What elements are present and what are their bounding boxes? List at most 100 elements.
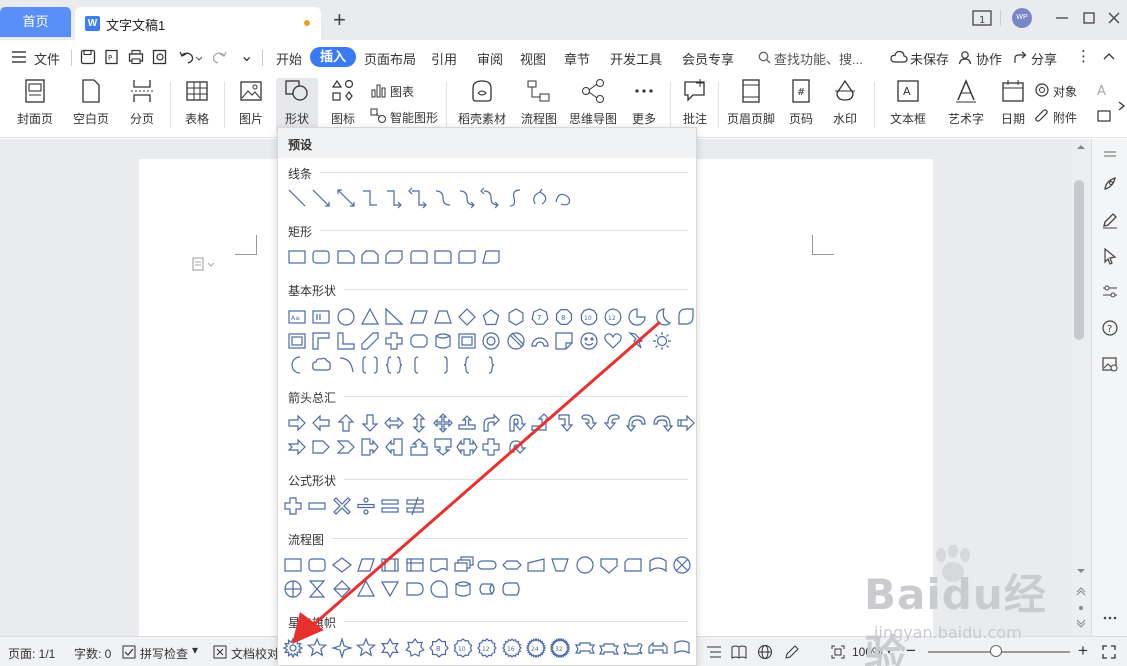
flowchart-shape[interactable] <box>404 554 426 576</box>
star-banner-shape[interactable] <box>330 637 353 659</box>
arrow-shape[interactable] <box>651 412 673 434</box>
fit-page-icon[interactable] <box>830 644 846 660</box>
panel-more-icon[interactable] <box>1101 609 1119 627</box>
arrow-shape[interactable] <box>675 412 697 434</box>
basic-shape[interactable] <box>286 354 308 376</box>
arrow-shape[interactable] <box>310 412 332 434</box>
arrow-shape[interactable] <box>432 412 454 434</box>
new-tab-button[interactable]: + <box>333 9 346 31</box>
symbol-icon[interactable]: A <box>1096 82 1112 98</box>
more-options-icon[interactable]: ⋮ <box>1076 47 1091 65</box>
search-input[interactable]: 查找功能、搜... <box>774 49 863 68</box>
header-footer-button[interactable]: 页眉页脚 <box>724 78 778 127</box>
page-break-button[interactable]: 分页 <box>122 78 162 127</box>
basic-shape[interactable] <box>675 306 697 328</box>
redo-icon[interactable] <box>212 49 228 65</box>
star-banner-shape[interactable]: 8 <box>428 637 450 659</box>
basic-shape[interactable] <box>505 306 527 328</box>
flowchart-shape[interactable] <box>306 578 328 600</box>
icons-button[interactable]: 图标 <box>324 78 362 127</box>
flowchart-shape[interactable] <box>452 554 474 576</box>
basic-shape[interactable] <box>408 306 430 328</box>
cursor-select-icon[interactable] <box>1101 247 1119 265</box>
field-icon[interactable] <box>1096 108 1112 124</box>
scroll-up-icon[interactable] <box>1076 143 1086 151</box>
flowchart-shape[interactable] <box>331 554 353 576</box>
star-banner-shape[interactable] <box>379 637 401 659</box>
menu-insert[interactable]: 插入 <box>310 47 357 67</box>
rectangle-shape[interactable] <box>286 246 308 268</box>
rectangle-shape[interactable] <box>480 246 502 268</box>
equation-shape[interactable] <box>404 495 426 517</box>
arrow-shape[interactable] <box>505 436 527 458</box>
fullscreen-icon[interactable] <box>1101 644 1117 660</box>
basic-shape[interactable] <box>310 330 332 352</box>
flowchart-shape[interactable] <box>549 554 571 576</box>
flowchart-shape[interactable] <box>476 554 498 576</box>
star-banner-shape[interactable] <box>695 637 697 659</box>
select-browse-icon[interactable] <box>1078 605 1084 611</box>
flowchart-shape[interactable] <box>501 578 523 600</box>
spell-check-button[interactable]: 拼写检查 <box>140 645 188 662</box>
basic-shape[interactable]: 8 <box>553 306 575 328</box>
arrow-shape[interactable] <box>456 412 478 434</box>
basic-shape[interactable] <box>432 354 454 376</box>
arrow-shape[interactable] <box>626 412 648 434</box>
basic-shape[interactable]: 12 <box>602 306 624 328</box>
rectangle-shape[interactable] <box>359 246 381 268</box>
basic-shape[interactable] <box>602 330 624 352</box>
home-tab[interactable]: 首页 <box>0 7 71 37</box>
basic-shape[interactable] <box>408 330 430 352</box>
outline-view-icon[interactable] <box>706 645 722 659</box>
flowchart-shape[interactable] <box>404 578 426 600</box>
star-banner-shape[interactable] <box>671 637 693 659</box>
flowchart-shape[interactable] <box>598 554 620 576</box>
star-banner-shape[interactable]: 10 <box>452 637 474 659</box>
flowchart-shape[interactable] <box>452 578 474 600</box>
flowchart-shape[interactable] <box>331 578 353 600</box>
mindmap-button[interactable]: 思维导图 <box>566 78 620 127</box>
maximize-icon[interactable] <box>1081 10 1097 26</box>
table-button[interactable]: 表格 <box>178 78 216 127</box>
basic-shape[interactable] <box>456 354 478 376</box>
arrow-shape[interactable] <box>578 412 600 434</box>
date-button[interactable]: 日期 <box>998 78 1028 127</box>
arrow-shape[interactable] <box>335 436 357 458</box>
undo-icon[interactable] <box>178 49 202 65</box>
export-pdf-icon[interactable]: P <box>104 49 120 65</box>
menu-member[interactable]: 会员专享 <box>682 49 734 68</box>
line-shape[interactable] <box>480 187 502 209</box>
arrow-shape[interactable] <box>602 412 624 434</box>
equation-shape[interactable] <box>306 495 328 517</box>
flowchart-shape[interactable] <box>282 554 304 576</box>
basic-shape[interactable] <box>553 330 575 352</box>
ribbon-scroll-right-icon[interactable] <box>1117 100 1127 112</box>
star-banner-shape[interactable] <box>306 637 328 659</box>
arrow-shape[interactable] <box>553 412 575 434</box>
equation-shape[interactable] <box>282 495 304 517</box>
star-banner-shape[interactable]: 16 <box>501 637 523 659</box>
textbox-button[interactable]: A 文本框 <box>882 78 934 127</box>
basic-shape[interactable] <box>310 354 332 376</box>
star-banner-shape[interactable] <box>282 637 304 659</box>
equation-shape[interactable] <box>355 495 377 517</box>
arrow-shape[interactable] <box>432 436 454 458</box>
flowchart-shape[interactable] <box>647 554 669 576</box>
basic-shape[interactable] <box>505 330 527 352</box>
basic-shape[interactable] <box>578 330 600 352</box>
arrow-shape[interactable] <box>310 436 332 458</box>
star-banner-shape[interactable] <box>355 637 377 659</box>
star-banner-shape[interactable]: 12 <box>476 637 498 659</box>
rectangle-shape[interactable] <box>432 246 454 268</box>
page-number-button[interactable]: # 页码 <box>784 78 818 127</box>
image-settings-icon[interactable] <box>1101 355 1119 373</box>
basic-shape[interactable] <box>383 306 405 328</box>
print-icon[interactable] <box>128 49 144 65</box>
flowchart-shape[interactable] <box>622 554 644 576</box>
basic-shape[interactable] <box>480 306 502 328</box>
basic-shape[interactable] <box>408 354 430 376</box>
menu-references[interactable]: 引用 <box>431 49 457 68</box>
basic-shape[interactable] <box>626 306 648 328</box>
collaborate-button[interactable]: 协作 <box>976 49 1002 68</box>
basic-shape[interactable] <box>335 330 357 352</box>
